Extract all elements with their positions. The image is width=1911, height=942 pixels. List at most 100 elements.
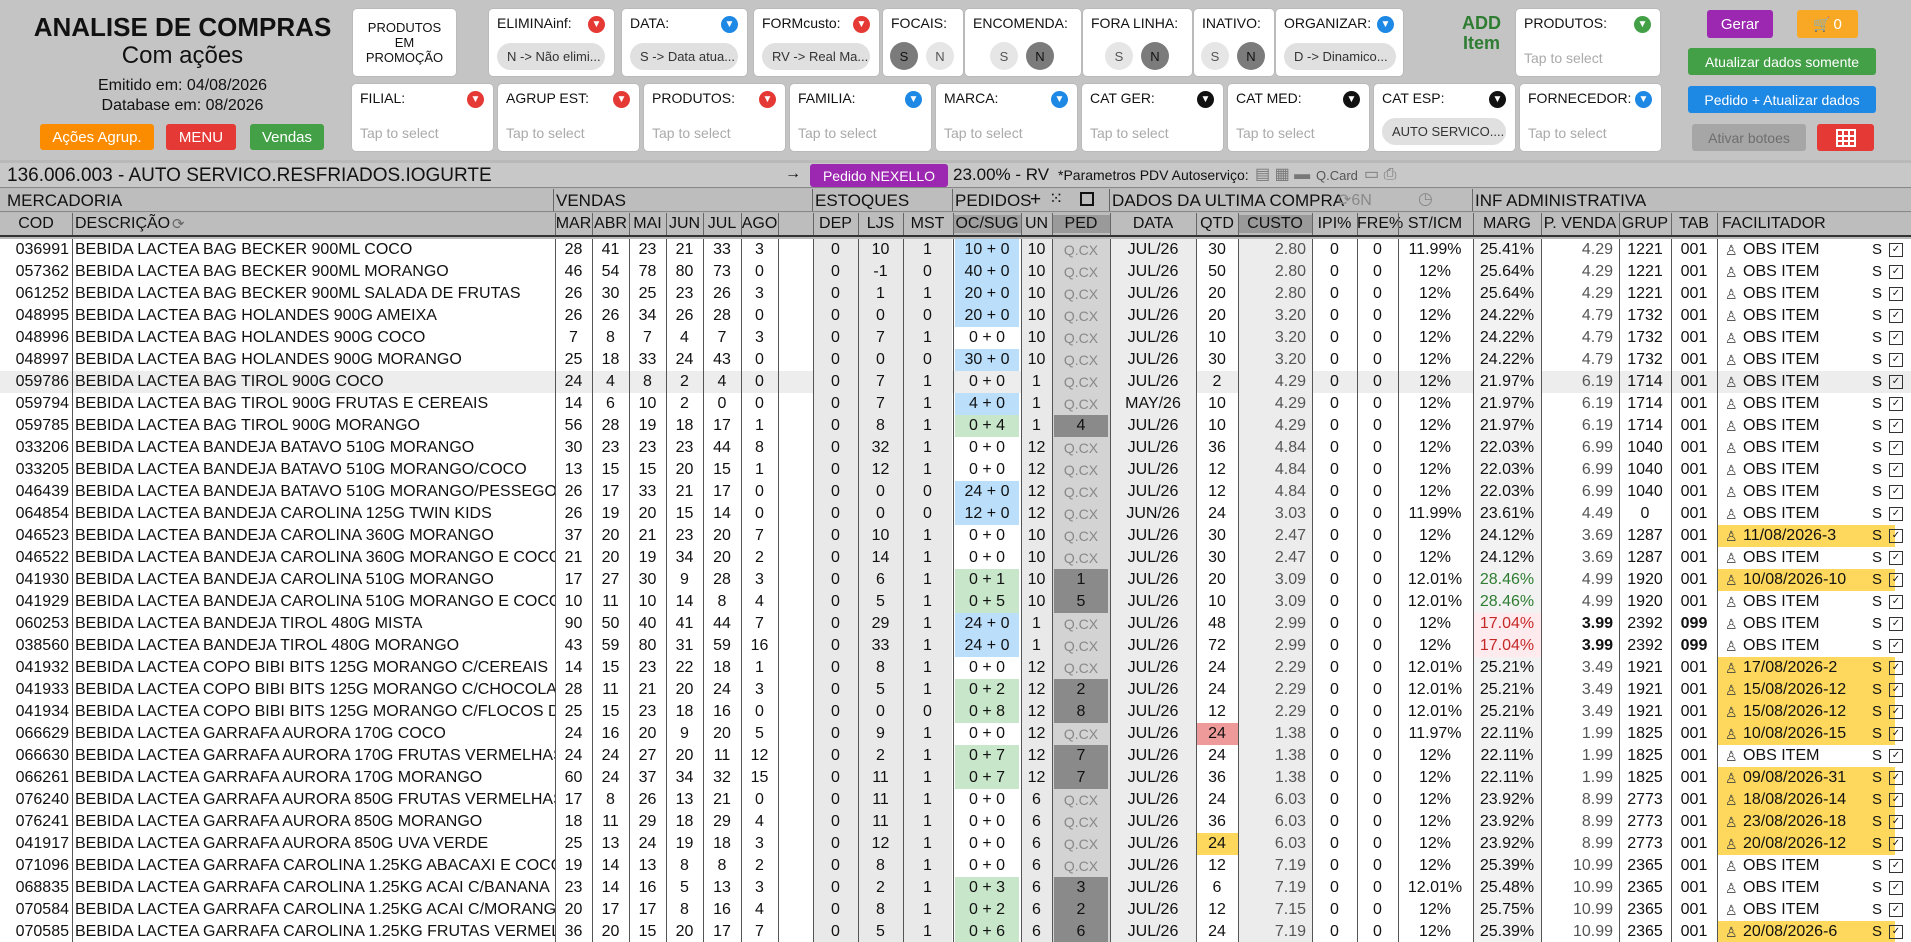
col-header-p-venda[interactable]: P. VENDA — [1541, 215, 1619, 233]
cell-ped[interactable]: Q.CX — [1052, 525, 1110, 547]
table-row[interactable]: 071096 BEBIDA LACTEA GARRAFA CAROLINA 1.2… — [0, 855, 1911, 877]
filter-chip[interactable]: S -> Data atua... — [630, 43, 738, 70]
bell-icon[interactable]: ♙ — [1725, 305, 1738, 327]
table-row[interactable]: 064854 BEBIDA LACTEA BANDEJA CAROLINA 125… — [0, 503, 1911, 525]
refresh-6n[interactable]: ⟳6N — [1338, 190, 1372, 210]
table-row[interactable]: 041932 BEBIDA LACTEA COPO BIBI BITS 125G … — [0, 657, 1911, 679]
s-toggle[interactable]: S — [1872, 701, 1882, 723]
check-box-icon[interactable]: ✓ — [1889, 749, 1903, 763]
s-toggle[interactable]: S — [1872, 459, 1882, 481]
table-row[interactable]: 036991 BEBIDA LACTEA BAG BECKER 900ML COC… — [0, 239, 1911, 261]
filter2-7-select[interactable]: CAT ESP: ▼ AUTO SERVICO.... — [1374, 84, 1515, 151]
check-box-icon[interactable]: ✓ — [1889, 925, 1903, 939]
table-row[interactable]: 059794 BEBIDA LACTEA BAG TIROL 900G FRUTA… — [0, 393, 1911, 415]
bell-icon[interactable]: ♙ — [1725, 833, 1738, 855]
cell-oc-sug[interactable]: 0 + 0 — [955, 547, 1019, 569]
cell-ped[interactable]: 3 — [1054, 877, 1108, 899]
cell-facilitador[interactable]: 11/08/2026-3 — [1717, 525, 1895, 547]
cell-oc-sug[interactable]: 0 + 8 — [955, 701, 1019, 723]
col-header-jun[interactable]: JUN — [666, 215, 703, 233]
cell-oc-sug[interactable]: 0 + 0 — [955, 855, 1019, 877]
cell-oc-sug[interactable]: 0 + 2 — [955, 679, 1019, 701]
bell-icon[interactable]: ♙ — [1725, 239, 1738, 261]
check-box-icon[interactable]: ✓ — [1889, 881, 1903, 895]
bell-icon[interactable]: ♙ — [1725, 261, 1738, 283]
col-header-descri-o[interactable]: DESCRIÇÃO — [72, 215, 555, 233]
cell-ped[interactable]: Q.CX — [1052, 239, 1110, 261]
cell-oc-sug[interactable]: 0 + 7 — [955, 745, 1019, 767]
check-box-icon[interactable]: ✓ — [1889, 617, 1903, 631]
qcard-label[interactable]: Q.Card — [1316, 168, 1358, 183]
bell-icon[interactable]: ♙ — [1725, 525, 1738, 547]
pedido-atualizar-button[interactable]: Pedido + Atualizar dados — [1688, 86, 1876, 113]
bell-icon[interactable]: ♙ — [1725, 723, 1738, 745]
cell-oc-sug[interactable]: 24 + 0 — [955, 481, 1019, 503]
organizar-select[interactable]: ORGANIZAR: ▼ D -> Dinamico... — [1276, 9, 1403, 76]
cell-ped[interactable]: Q.CX — [1052, 635, 1110, 657]
refresh-icon[interactable]: ⟳ — [172, 215, 185, 233]
filter-2-select[interactable]: FORMcusto: ▼ RV -> Real Ma... — [754, 9, 879, 76]
table-row[interactable]: 041934 BEBIDA LACTEA COPO BIBI BITS 125G … — [0, 701, 1911, 723]
bell-icon[interactable]: ♙ — [1725, 745, 1738, 767]
toggle-s-button[interactable]: S — [890, 42, 918, 70]
cell-ped[interactable]: Q.CX — [1052, 723, 1110, 745]
bell-icon[interactable]: ♙ — [1725, 899, 1738, 921]
s-toggle[interactable]: S — [1872, 415, 1882, 437]
s-toggle[interactable]: S — [1872, 261, 1882, 283]
col-header-mai[interactable]: MAI — [629, 215, 666, 233]
ativar-botoes-button[interactable]: Ativar botoes — [1692, 124, 1806, 151]
cell-ped[interactable]: Q.CX — [1052, 811, 1110, 833]
produtos-promocao-button[interactable]: PRODUTOS EM PROMOÇÃO — [353, 9, 456, 76]
menu-button[interactable]: MENU — [166, 124, 236, 150]
cell-ped[interactable]: 1 — [1054, 569, 1108, 591]
cell-ped[interactable]: Q.CX — [1052, 657, 1110, 679]
cell-ped[interactable]: Q.CX — [1052, 833, 1110, 855]
filter2-6-select[interactable]: CAT MED: ▼ Tap to select — [1228, 84, 1369, 151]
toggle-s-button[interactable]: S — [990, 42, 1018, 70]
s-toggle[interactable]: S — [1872, 591, 1882, 613]
col-header-un[interactable]: UN — [1021, 215, 1052, 233]
check-box-icon[interactable]: ✓ — [1889, 551, 1903, 565]
bell-icon[interactable]: ♙ — [1725, 569, 1738, 591]
check-box-icon[interactable]: ✓ — [1889, 265, 1903, 279]
s-toggle[interactable]: S — [1872, 239, 1882, 261]
bell-icon[interactable]: ♙ — [1725, 349, 1738, 371]
cell-ped[interactable]: Q.CX — [1052, 481, 1110, 503]
cell-oc-sug[interactable]: 0 + 3 — [955, 877, 1019, 899]
s-toggle[interactable]: S — [1872, 547, 1882, 569]
s-toggle[interactable]: S — [1872, 283, 1882, 305]
filter2-2-select[interactable]: PRODUTOS: ▼ Tap to select — [644, 84, 785, 151]
check-box-icon[interactable]: ✓ — [1889, 771, 1903, 785]
bell-icon[interactable]: ♙ — [1725, 393, 1738, 415]
filter2-3-select[interactable]: FAMILIA: ▼ Tap to select — [790, 84, 931, 151]
check-box-icon[interactable]: ✓ — [1889, 859, 1903, 873]
bell-icon[interactable]: ♙ — [1725, 613, 1738, 635]
filter2-8-select[interactable]: FORNECEDOR: ▼ Tap to select — [1520, 84, 1661, 151]
toggle-n-button[interactable]: N — [1141, 42, 1169, 70]
toggle-n-button[interactable]: N — [926, 42, 954, 70]
table-row[interactable]: 048997 BEBIDA LACTEA BAG HOLANDES 900G MO… — [0, 349, 1911, 371]
cell-oc-sug[interactable]: 0 + 0 — [955, 789, 1019, 811]
col-header-facilitador[interactable]: FACILITADOR — [1717, 215, 1911, 233]
filter2-5-select[interactable]: CAT GER: ▼ Tap to select — [1082, 84, 1223, 151]
cell-ped[interactable]: Q.CX — [1052, 547, 1110, 569]
col-header-mst[interactable]: MST — [903, 215, 952, 233]
bell-icon[interactable]: ♙ — [1725, 547, 1738, 569]
table-row[interactable]: 041929 BEBIDA LACTEA BANDEJA CAROLINA 510… — [0, 591, 1911, 613]
check-box-icon[interactable]: ✓ — [1889, 419, 1903, 433]
cell-ped[interactable]: 4 — [1054, 415, 1108, 437]
cell-oc-sug[interactable]: 10 + 0 — [955, 239, 1019, 261]
cell-ped[interactable]: 8 — [1054, 701, 1108, 723]
table-row[interactable]: 038560 BEBIDA LACTEA BANDEJA TIROL 480G M… — [0, 635, 1911, 657]
cell-facilitador[interactable]: 15/08/2026-12 — [1717, 679, 1895, 701]
cell-ped[interactable]: Q.CX — [1052, 437, 1110, 459]
cell-facilitador[interactable]: 23/08/2026-18 — [1717, 811, 1895, 833]
s-toggle[interactable]: S — [1872, 371, 1882, 393]
col-header-data[interactable]: DATA — [1110, 215, 1196, 233]
col-header-oc-sug[interactable]: OC/SUG — [953, 215, 1021, 233]
pdv-icons[interactable]: ▤ ▦ ▬ — [1255, 164, 1310, 184]
bell-icon[interactable]: ♙ — [1725, 767, 1738, 789]
col-header-ped[interactable]: PED — [1052, 215, 1110, 233]
col-header-tab[interactable]: TAB — [1671, 215, 1717, 233]
filter-chip[interactable]: AUTO SERVICO.... — [1382, 118, 1506, 145]
